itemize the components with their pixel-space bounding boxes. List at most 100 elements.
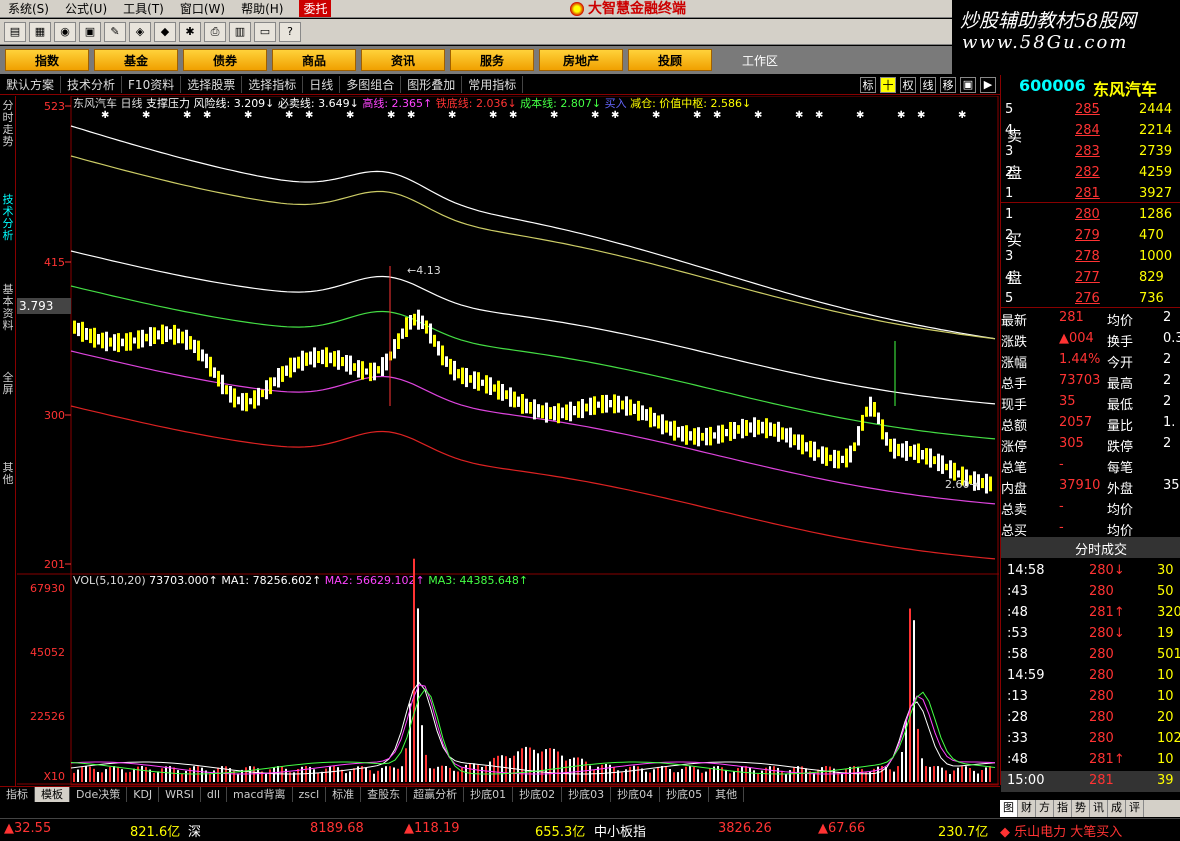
candle-bar — [505, 390, 508, 400]
multi-chart-button[interactable]: 多图组合 — [340, 76, 402, 93]
nav-service-button[interactable]: 服务 — [450, 49, 534, 71]
alert-icon[interactable]: ✎ — [104, 21, 126, 42]
tick-price: 280 — [1089, 584, 1114, 599]
volume-bar — [417, 608, 419, 782]
alert-ticker[interactable]: ◆ 乐山电力 大笔买入 — [1000, 821, 1122, 840]
volume-bar — [121, 769, 123, 782]
sidebar-item-tech[interactable]: 技术分析 — [1, 194, 15, 242]
pick-icon[interactable]: ◆ — [154, 21, 176, 42]
menu-help[interactable]: 帮助(H) — [233, 0, 291, 17]
menu-system[interactable]: 系统(S) — [0, 0, 57, 17]
workspace-label[interactable]: 工作区 — [742, 52, 778, 69]
candle-bar — [277, 368, 280, 388]
move-icon[interactable]: 移 — [940, 76, 956, 93]
draw-line-icon[interactable]: 线 — [920, 76, 936, 93]
tech-analysis-tab[interactable]: 技术分析 — [61, 76, 123, 93]
right-panel-tab[interactable]: 成 — [1108, 800, 1126, 817]
tick-volume: 10 — [1157, 689, 1174, 704]
indicator-tab[interactable]: zscl — [293, 787, 327, 802]
period-select[interactable]: 日线 — [303, 76, 341, 93]
indicator-tab[interactable]: 查股东 — [361, 787, 408, 802]
nav-commodity-button[interactable]: 商品 — [272, 49, 356, 71]
indicator-tab[interactable]: 标准 — [326, 787, 362, 802]
candle-bar — [113, 334, 116, 351]
indicator-tab[interactable]: 指标 — [0, 787, 35, 802]
indicator-tab[interactable]: 抄底05 — [660, 787, 710, 802]
sidebar-item-basic[interactable]: 基本资料 — [1, 284, 15, 332]
nav-news-button[interactable]: 资讯 — [361, 49, 445, 71]
indicator-tab[interactable]: WRSI — [159, 787, 201, 802]
f10-tab[interactable]: F10资料 — [122, 76, 182, 93]
nav-fund-button[interactable]: 基金 — [94, 49, 178, 71]
indicator-tab[interactable]: 其他 — [709, 787, 745, 802]
indicator-tab[interactable]: macd背离 — [227, 787, 293, 802]
kline-chart[interactable]: 东风汽车 日线 支撑压力 风险线: 3.209↓ 必卖线: 3.649↓ 高线:… — [17, 96, 999, 786]
select-indicator-button[interactable]: 选择指标 — [242, 76, 304, 93]
select-stock-button[interactable]: 选择股票 — [181, 76, 243, 93]
menu-window[interactable]: 窗口(W) — [172, 0, 233, 17]
left-sidebar: 分时走势 技术分析 基本资料 全屏 其他 — [0, 96, 16, 786]
f10-icon[interactable]: ▣ — [79, 21, 101, 42]
tick-time: 14:59 — [1007, 668, 1045, 683]
volume-bar — [177, 770, 179, 782]
candle-bar — [133, 337, 136, 344]
right-panel-tab[interactable]: 评 — [1126, 800, 1144, 817]
right-panel-tab[interactable]: 财 — [1018, 800, 1036, 817]
candle-bar — [129, 332, 132, 351]
menu-tools[interactable]: 工具(T) — [115, 0, 172, 17]
right-panel-tab[interactable]: 势 — [1072, 800, 1090, 817]
buy-row: 1 280 1286 — [1001, 205, 1180, 226]
layout-icon[interactable]: ▥ — [229, 21, 251, 42]
tick-price: 280↓ — [1089, 563, 1125, 578]
overlay-button[interactable]: 图形叠加 — [401, 76, 463, 93]
quote-icon[interactable]: ▤ — [4, 21, 26, 42]
nav-advisor-button[interactable]: 投顾 — [628, 49, 712, 71]
menu-formula[interactable]: 公式(U) — [57, 0, 115, 17]
right-panel-tab[interactable]: 方 — [1036, 800, 1054, 817]
news-icon[interactable]: ◉ — [54, 21, 76, 42]
indicator-tab[interactable]: 抄底01 — [464, 787, 514, 802]
signal-star-icon: ✱ — [489, 110, 497, 121]
nav-bond-button[interactable]: 债券 — [183, 49, 267, 71]
indicator-tab[interactable]: dll — [201, 787, 228, 802]
sidebar-item-timeshare[interactable]: 分时走势 — [1, 100, 15, 148]
indicator-tab[interactable]: 模板 — [35, 787, 70, 802]
candle-bar — [381, 357, 384, 376]
nav-index-button[interactable]: 指数 — [5, 49, 89, 71]
window-icon[interactable]: ▭ — [254, 21, 276, 42]
right-panel-tab[interactable]: 图 — [1000, 800, 1018, 817]
candle-bar — [541, 405, 544, 419]
candle-bar — [925, 448, 928, 465]
indicator-tab[interactable]: 抄底04 — [611, 787, 661, 802]
stat-label: 涨停 — [1001, 440, 1028, 455]
mark-icon[interactable]: 标 — [860, 76, 876, 93]
volume-bar — [737, 768, 739, 782]
rights-icon[interactable]: 权 — [900, 76, 916, 93]
settings-icon[interactable]: ✱ — [179, 21, 201, 42]
nav-realestate-button[interactable]: 房地产 — [539, 49, 623, 71]
right-panel-tab[interactable]: 讯 — [1090, 800, 1108, 817]
indicator-tab[interactable]: KDJ — [127, 787, 160, 802]
print-icon[interactable]: ⎙ — [204, 21, 226, 42]
ticks-header[interactable]: 分时成交 — [1001, 537, 1180, 558]
sidebar-item-fullscreen[interactable]: 全屏 — [1, 372, 15, 396]
link-icon[interactable]: ◈ — [129, 21, 151, 42]
indicator-tab[interactable]: Dde决策 — [70, 787, 128, 802]
volume-bar — [257, 768, 259, 782]
window-toggle-icon[interactable]: ▣ — [960, 76, 976, 93]
chart-icon[interactable]: ▦ — [29, 21, 51, 42]
indicator-tab[interactable]: 抄底03 — [562, 787, 612, 802]
candle-bar — [449, 358, 452, 375]
volume-bar — [81, 767, 83, 782]
indicator-tab[interactable]: 抄底02 — [513, 787, 563, 802]
panel-arrow-icon[interactable]: ▶ — [980, 76, 996, 93]
help-icon[interactable]: ? — [279, 21, 301, 42]
sidebar-item-other[interactable]: 其他 — [1, 462, 15, 486]
indicator-tab[interactable]: 超赢分析 — [407, 787, 465, 802]
right-panel-tab[interactable]: 指 — [1054, 800, 1072, 817]
menu-trade[interactable]: 委托 — [299, 0, 332, 17]
chart-area[interactable]: 东风汽车 日线 支撑压力 风险线: 3.209↓ 必卖线: 3.649↓ 高线:… — [17, 96, 999, 786]
common-indicator-button[interactable]: 常用指标 — [462, 76, 524, 93]
scheme-select[interactable]: 默认方案 — [0, 76, 62, 93]
crosshair-icon[interactable]: 十 — [880, 76, 896, 93]
